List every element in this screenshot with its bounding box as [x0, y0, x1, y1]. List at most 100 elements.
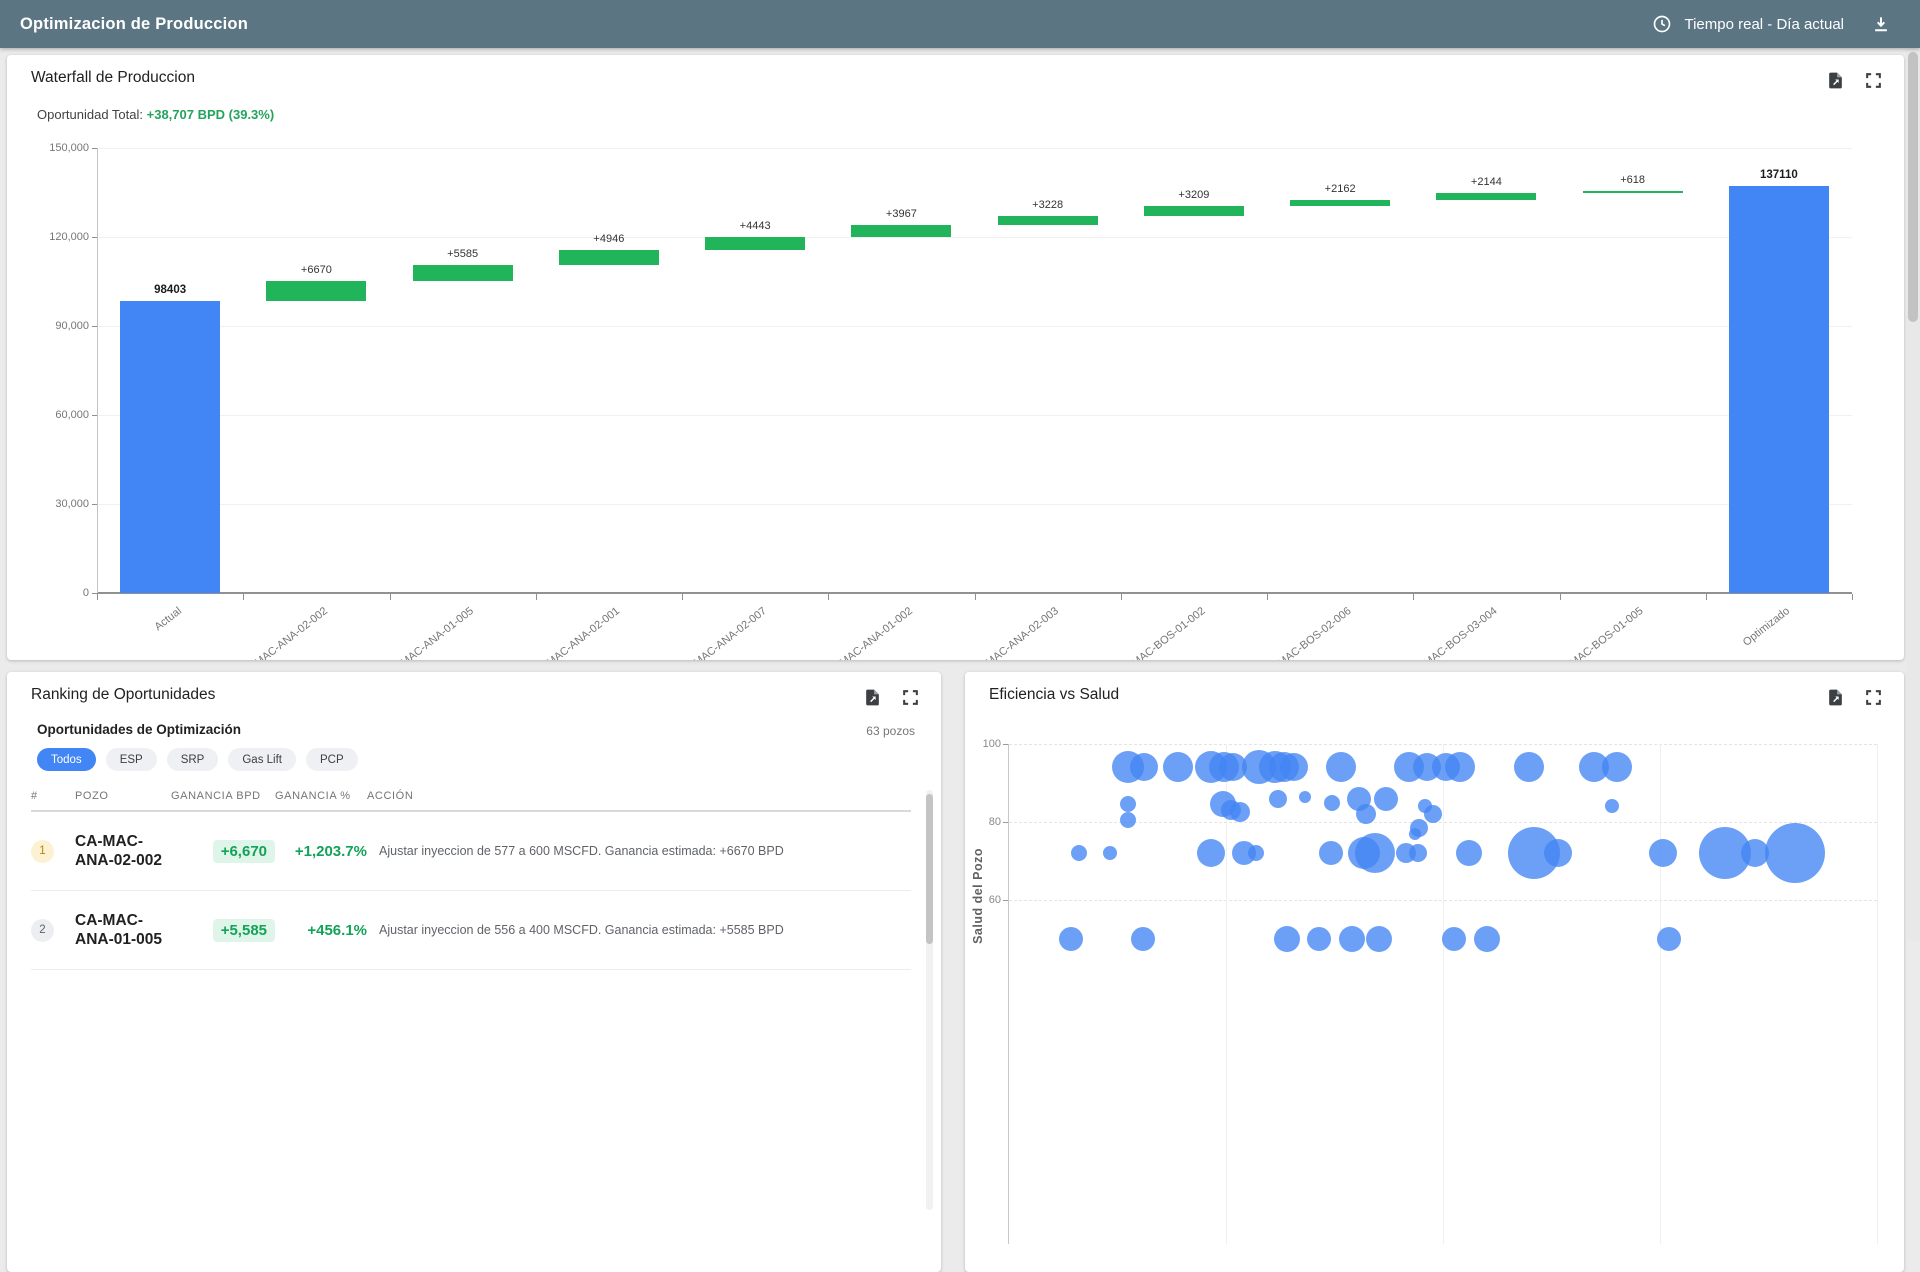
y-tick-mark [1003, 900, 1008, 901]
y-tick-label: 100 [983, 738, 1001, 750]
waterfall-bar[interactable] [1144, 206, 1244, 216]
filter-chip-srp[interactable]: SRP [167, 748, 219, 771]
ranking-panel-title: Ranking de Oportunidades [31, 686, 215, 704]
table-body: 1CA-MAC-ANA-02-002+6,670+1,203.7%Ajustar… [31, 812, 911, 970]
gridline [1443, 744, 1444, 1244]
bubble-plot-area [1009, 744, 1877, 1244]
waterfall-bar[interactable] [1583, 191, 1683, 193]
bubble-point[interactable] [1605, 799, 1619, 813]
bar-value-label: +5585 [447, 248, 478, 260]
y-tick-label: 30,000 [55, 498, 89, 510]
bubble-point[interactable] [1230, 802, 1250, 822]
table-scrollbar-thumb[interactable] [926, 794, 933, 944]
waterfall-bar[interactable] [1290, 200, 1390, 206]
fullscreen-icon[interactable] [899, 686, 921, 708]
filter-chip-pcp[interactable]: PCP [306, 748, 358, 771]
bubble-point[interactable] [1456, 840, 1482, 866]
x-category-label: CA-MAC-BOS-02-006 [1261, 605, 1354, 660]
waterfall-bar[interactable] [120, 301, 220, 593]
waterfall-bar[interactable] [266, 281, 366, 301]
table-header-row: #POZOGANANCIA BPDGANANCIA %ACCIÓN [31, 784, 911, 810]
clock-icon [1652, 14, 1672, 34]
filter-chip-todos[interactable]: Todos [37, 748, 96, 771]
opportunity-total-label: Oportunidad Total: [37, 107, 143, 122]
bubble-point[interactable] [1474, 926, 1500, 952]
ranking-subtitle: Oportunidades de Optimización [37, 722, 241, 737]
time-mode-label: Tiempo real - Día actual [1684, 16, 1844, 33]
bubble-point[interactable] [1514, 752, 1544, 782]
bar-value-label: +2144 [1471, 176, 1502, 188]
bubble-point[interactable] [1103, 846, 1117, 860]
bar-value-label: +6670 [301, 264, 332, 276]
export-file-icon[interactable] [861, 686, 883, 708]
waterfall-bar[interactable] [413, 265, 513, 282]
bubble-point[interactable] [1059, 927, 1083, 951]
waterfall-bar[interactable] [705, 237, 805, 250]
table-row[interactable]: 2CA-MAC-ANA-01-005+5,585+456.1%Ajustar i… [31, 891, 911, 970]
bubble-point[interactable] [1356, 804, 1376, 824]
bubble-point[interactable] [1339, 926, 1365, 952]
bubble-point[interactable] [1355, 833, 1395, 873]
x-tick-mark [243, 594, 244, 600]
bubble-point[interactable] [1130, 753, 1158, 781]
well-name: CA-MAC-ANA-02-002 [75, 832, 163, 870]
fullscreen-icon[interactable] [1862, 69, 1884, 91]
gridline [97, 504, 1852, 505]
bubble-point[interactable] [1765, 823, 1825, 883]
bubble-point[interactable] [1248, 845, 1264, 861]
gridline [97, 326, 1852, 327]
bubble-point[interactable] [1307, 927, 1331, 951]
waterfall-bar[interactable] [998, 216, 1098, 226]
waterfall-panel-title: Waterfall de Produccion [31, 69, 195, 87]
x-category-label: CA-MAC-ANA-02-003 [969, 605, 1061, 660]
bubble-point[interactable] [1424, 805, 1442, 823]
filter-chip-esp[interactable]: ESP [106, 748, 157, 771]
bubble-point[interactable] [1274, 926, 1300, 952]
bubble-point[interactable] [1299, 791, 1311, 803]
gridline [97, 148, 1852, 149]
bubble-point[interactable] [1120, 812, 1136, 828]
bubble-point[interactable] [1649, 839, 1677, 867]
bubble-point[interactable] [1120, 796, 1136, 812]
bubble-point[interactable] [1319, 841, 1343, 865]
table-row[interactable]: 1CA-MAC-ANA-02-002+6,670+1,203.7%Ajustar… [31, 812, 911, 891]
waterfall-bar[interactable] [851, 225, 951, 237]
waterfall-bar[interactable] [1436, 193, 1536, 199]
bubble-point[interactable] [1280, 753, 1308, 781]
x-tick-mark [1560, 594, 1561, 600]
bubble-point[interactable] [1657, 927, 1681, 951]
bubble-point[interactable] [1442, 927, 1466, 951]
bubble-point[interactable] [1197, 839, 1225, 867]
bubble-point[interactable] [1163, 752, 1193, 782]
bubble-point[interactable] [1071, 845, 1087, 861]
bubble-point[interactable] [1366, 926, 1392, 952]
action-text: Ajustar inyeccion de 577 a 600 MSCFD. Ga… [367, 844, 911, 858]
bubble-point[interactable] [1326, 752, 1356, 782]
export-file-icon[interactable] [1824, 69, 1846, 91]
opportunity-total-value: +38,707 BPD (39.3%) [147, 107, 275, 122]
waterfall-bar[interactable] [1729, 186, 1829, 593]
bubble-point[interactable] [1409, 844, 1427, 862]
x-category-label: CA-MAC-BOS-03-004 [1407, 605, 1500, 660]
ganancia-pct-value: +1,203.7% [295, 843, 367, 860]
bubble-point[interactable] [1410, 819, 1428, 837]
bubble-point[interactable] [1602, 752, 1632, 782]
download-icon[interactable] [1870, 13, 1892, 35]
well-count: 63 pozos [866, 724, 915, 738]
y-tick-label: 60 [989, 894, 1001, 906]
ganancia-pct-value: +456.1% [307, 922, 367, 939]
bubble-point[interactable] [1445, 752, 1475, 782]
bar-value-label: +2162 [1325, 183, 1356, 195]
waterfall-bar[interactable] [559, 250, 659, 265]
bubble-point[interactable] [1374, 787, 1398, 811]
bubble-point[interactable] [1324, 795, 1340, 811]
bubble-point[interactable] [1131, 927, 1155, 951]
filter-chip-gas-lift[interactable]: Gas Lift [228, 748, 296, 771]
x-category-label: CA-MAC-ANA-01-005 [384, 605, 476, 660]
rank-cell: 1 [31, 840, 75, 863]
page-scrollbar-thumb[interactable] [1908, 52, 1918, 322]
x-category-label: CA-MAC-ANA-02-002 [238, 605, 330, 660]
bubble-point[interactable] [1544, 839, 1572, 867]
bubble-point[interactable] [1269, 790, 1287, 808]
bar-value-label: +618 [1620, 174, 1645, 186]
